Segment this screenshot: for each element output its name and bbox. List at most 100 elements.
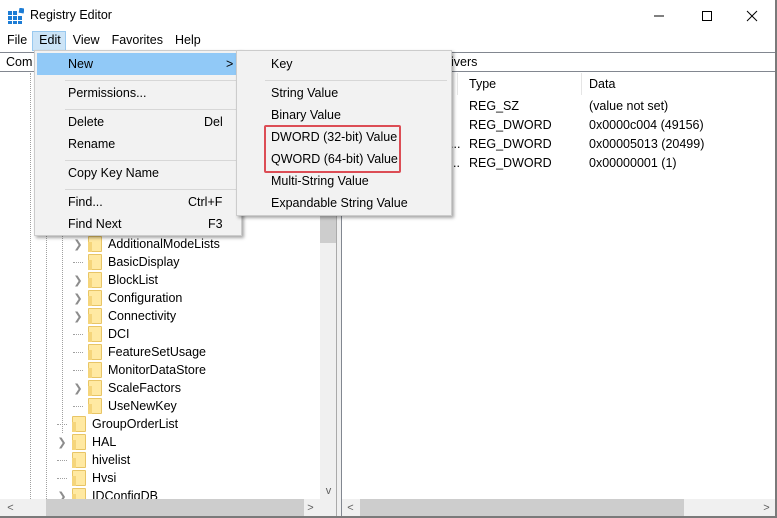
maximize-icon (702, 10, 712, 21)
folder-icon (72, 452, 86, 468)
column-header-data[interactable]: Data (589, 77, 615, 91)
close-button[interactable] (729, 0, 775, 31)
scroll-left-icon[interactable]: < (2, 499, 19, 516)
tree-item[interactable]: MonitorDataStore (72, 361, 206, 379)
value-type: REG_SZ (469, 99, 520, 113)
folder-icon (88, 272, 102, 288)
menu-view[interactable]: View (66, 31, 105, 51)
menu-item-label: New (68, 57, 94, 71)
menu-separator (65, 109, 237, 110)
address-path-end: ivers (451, 55, 478, 69)
menu-edit[interactable]: Edit (32, 31, 66, 51)
menu-item-label: Multi-String Value (271, 174, 369, 188)
folder-icon (88, 290, 102, 306)
tree-item-label: FeatureSetUsage (108, 345, 206, 359)
menu-separator (65, 80, 237, 81)
folder-icon (88, 308, 102, 324)
tree-item[interactable]: ❯ HAL (56, 433, 116, 451)
tree-connector (72, 325, 84, 343)
scroll-right-icon[interactable]: > (758, 499, 775, 516)
menu-bar: File Edit View Favorites Help (0, 31, 775, 51)
edit-menu-find-next[interactable]: Find Next F3 (37, 213, 239, 235)
scroll-right-icon[interactable]: > (302, 499, 319, 516)
chevron-right-icon[interactable]: ❯ (72, 307, 84, 325)
menu-item-label: Binary Value (271, 108, 341, 122)
chevron-right-icon[interactable]: ❯ (72, 379, 84, 397)
new-submenu: Key String Value Binary Value DWORD (32-… (236, 50, 452, 216)
tree-item[interactable]: hivelist (56, 451, 130, 469)
folder-icon (72, 416, 86, 432)
tree-item[interactable]: GroupOrderList (56, 415, 178, 433)
tree-item-label: GroupOrderList (92, 417, 179, 431)
chevron-right-icon[interactable]: ❯ (56, 433, 68, 451)
new-string-value[interactable]: String Value (239, 82, 449, 104)
folder-icon (88, 380, 102, 396)
edit-menu-delete[interactable]: Delete Del (37, 111, 239, 133)
new-multi-string-value[interactable]: Multi-String Value (239, 170, 449, 192)
menu-item-label: Find Next (68, 217, 122, 231)
menu-help[interactable]: Help (168, 31, 206, 51)
tree-item[interactable]: Hvsi (56, 469, 116, 487)
tree-connector (56, 469, 68, 487)
chevron-right-icon[interactable]: ❯ (72, 235, 84, 253)
tree-item-label: Configuration (108, 291, 183, 305)
column-separator[interactable] (457, 73, 458, 95)
folder-icon (88, 398, 102, 414)
menu-item-label: Key (271, 57, 293, 71)
tree-item-label: Hvsi (92, 471, 117, 485)
tree-item[interactable]: ❯ BlockList (72, 271, 158, 289)
tree-item[interactable]: UseNewKey (72, 397, 177, 415)
new-expandable-string-value[interactable]: Expandable String Value (239, 192, 449, 214)
tree-item-label: AdditionalModeLists (108, 237, 220, 251)
scroll-left-icon[interactable]: < (342, 499, 359, 516)
chevron-right-icon[interactable]: ❯ (72, 289, 84, 307)
tree-item-label: hivelist (92, 453, 131, 467)
folder-icon (88, 326, 102, 342)
edit-menu-find[interactable]: Find... Ctrl+F (37, 191, 239, 213)
column-header-type[interactable]: Type (469, 77, 496, 91)
maximize-button[interactable] (684, 0, 730, 31)
list-horizontal-scroll-thumb[interactable] (360, 499, 684, 516)
tree-item[interactable]: ❯ ScaleFactors (72, 379, 181, 397)
menu-file[interactable]: File (0, 31, 32, 51)
annotation-highlight-box (264, 125, 401, 173)
menu-favorites[interactable]: Favorites (105, 31, 168, 51)
tree-item[interactable]: BasicDisplay (72, 253, 180, 271)
tree-horizontal-scrollbar[interactable]: < > (0, 499, 336, 516)
folder-icon (88, 344, 102, 360)
menu-item-shortcut: Ctrl+F (188, 195, 223, 209)
chevron-right-icon[interactable]: ❯ (72, 271, 84, 289)
column-separator[interactable] (581, 73, 582, 95)
edit-menu-new[interactable]: New > (37, 53, 239, 75)
value-data: 0x00000001 (1) (589, 156, 677, 170)
edit-menu-rename[interactable]: Rename (37, 133, 239, 155)
tree-item[interactable]: ❯ Configuration (72, 289, 182, 307)
scroll-down-icon[interactable]: v (320, 482, 336, 499)
value-type: REG_DWORD (469, 118, 552, 132)
edit-menu-copy-key-name[interactable]: Copy Key Name (37, 162, 239, 184)
new-key[interactable]: Key (239, 53, 449, 75)
tree-guide-line (30, 73, 31, 499)
title-bar: Registry Editor (0, 0, 775, 31)
edit-menu: New > Permissions... Delete Del Rename C… (34, 50, 242, 236)
menu-separator (65, 160, 237, 161)
tree-item[interactable]: DCI (72, 325, 130, 343)
new-binary-value[interactable]: Binary Value (239, 104, 449, 126)
value-name-suffix: .. (453, 156, 460, 170)
edit-menu-permissions[interactable]: Permissions... (37, 82, 239, 104)
minimize-button[interactable] (636, 0, 682, 31)
tree-connector (72, 253, 84, 271)
list-horizontal-scrollbar[interactable]: < > (342, 499, 775, 516)
tree-item[interactable]: ❯ AdditionalModeLists (72, 235, 220, 253)
tree-horizontal-scroll-thumb[interactable] (46, 499, 304, 516)
tree-item[interactable]: FeatureSetUsage (72, 343, 206, 361)
tree-item-label: BasicDisplay (108, 255, 180, 269)
value-data: 0x0000c004 (49156) (589, 118, 704, 132)
menu-item-shortcut: Del (204, 115, 223, 129)
tree-item[interactable]: ❯ Connectivity (72, 307, 176, 325)
window-title: Registry Editor (30, 8, 112, 22)
menu-item-label: Permissions... (68, 86, 147, 100)
tree-item-label: MonitorDataStore (108, 363, 206, 377)
menu-separator (265, 80, 447, 81)
registry-app-icon (8, 8, 24, 24)
